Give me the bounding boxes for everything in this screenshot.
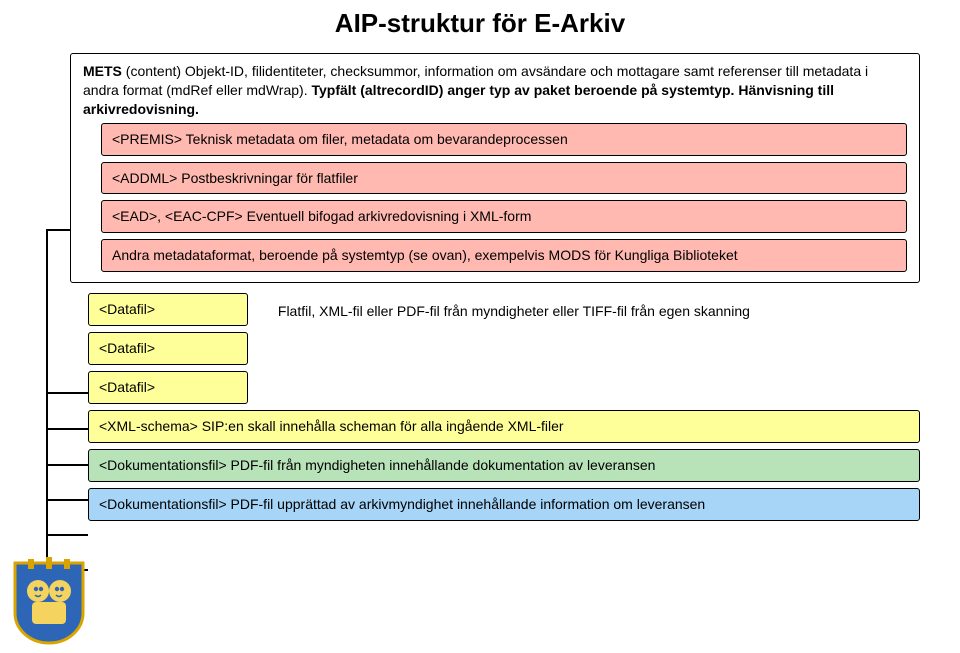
flatfil-note: Flatfil, XML-fil eller PDF-fil från mynd… xyxy=(278,303,750,319)
dokfil-1-box: <Dokumentationsfil> PDF-fil från myndigh… xyxy=(88,449,920,482)
mets-heading-strong: METS xyxy=(83,63,126,79)
tree-h-1 xyxy=(46,229,70,231)
andra-text: Andra metadataformat, beroende på system… xyxy=(112,247,738,263)
datafil-row-3: <Datafil> xyxy=(88,371,920,404)
ead-text: <EAD>, <EAC-CPF> Eventuell bifogad arkiv… xyxy=(112,208,531,224)
tree-h-2 xyxy=(46,392,88,394)
addml-box: <ADDML> Postbeskrivningar för flatfiler xyxy=(101,162,907,195)
premis-text: <PREMIS> Teknisk metadata om filer, meta… xyxy=(112,131,568,147)
page-title: AIP-struktur för E-Arkiv xyxy=(0,8,960,39)
children-stack: <Datafil> Flatfil, XML-fil eller PDF-fil… xyxy=(88,293,920,520)
datafil-row-1: <Datafil> Flatfil, XML-fil eller PDF-fil… xyxy=(88,293,920,326)
datafil-box-1: <Datafil> xyxy=(88,293,248,326)
ead-box: <EAD>, <EAC-CPF> Eventuell bifogad arkiv… xyxy=(101,200,907,233)
tree-vline xyxy=(46,229,48,597)
datafil-label-2: <Datafil> xyxy=(99,340,155,356)
addml-text: <ADDML> Postbeskrivningar för flatfiler xyxy=(112,170,358,186)
datafil-label-3: <Datafil> xyxy=(99,379,155,395)
crest-logo xyxy=(10,557,88,647)
mets-heading: METS (content) Objekt-ID, filidentiteter… xyxy=(83,62,907,119)
tree-h-4 xyxy=(46,464,88,466)
diagram-stack: METS (content) Objekt-ID, filidentiteter… xyxy=(70,53,920,283)
datafil-box-3: <Datafil> xyxy=(88,371,248,404)
datafil-row-2: <Datafil> xyxy=(88,332,920,365)
tree-h-5 xyxy=(46,499,88,501)
dokfil-2-box: <Dokumentationsfil> PDF-fil upprättad av… xyxy=(88,488,920,521)
tree-h-3 xyxy=(46,428,88,430)
xmlschema-text: <XML-schema> SIP:en skall innehålla sche… xyxy=(99,418,564,434)
dokfil-1-text: <Dokumentationsfil> PDF-fil från myndigh… xyxy=(99,457,655,473)
tree-h-6 xyxy=(46,534,88,536)
mets-box: METS (content) Objekt-ID, filidentiteter… xyxy=(70,53,920,283)
datafil-box-2: <Datafil> xyxy=(88,332,248,365)
dokfil-2-text: <Dokumentationsfil> PDF-fil upprättad av… xyxy=(99,496,705,512)
premis-box: <PREMIS> Teknisk metadata om filer, meta… xyxy=(101,123,907,156)
xmlschema-box: <XML-schema> SIP:en skall innehålla sche… xyxy=(88,410,920,443)
andra-box: Andra metadataformat, beroende på system… xyxy=(101,239,907,272)
datafil-label-1: <Datafil> xyxy=(99,301,155,317)
